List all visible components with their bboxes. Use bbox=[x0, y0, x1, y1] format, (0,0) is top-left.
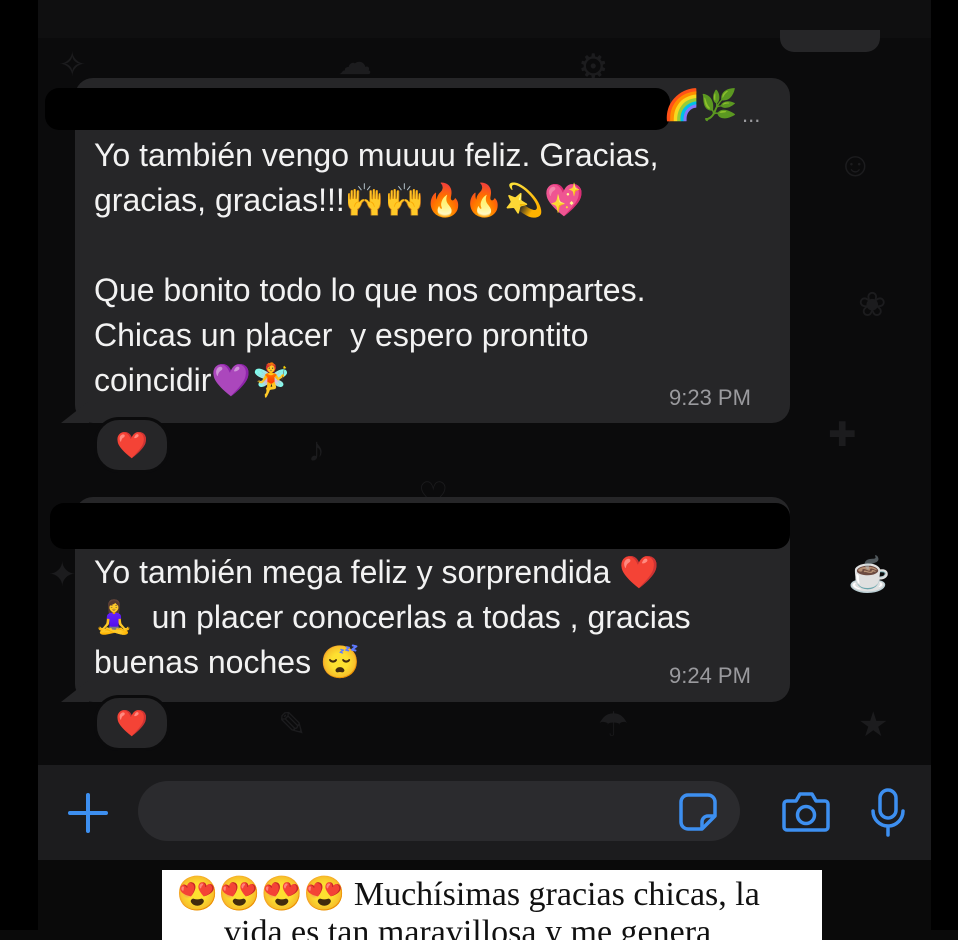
doodle-icon: ☕ bbox=[848, 556, 891, 594]
message-input[interactable] bbox=[138, 781, 740, 841]
doodle-icon: ☁ bbox=[338, 44, 372, 82]
doodle-icon: ★ bbox=[858, 706, 889, 744]
right-border bbox=[931, 0, 958, 930]
heart-reaction[interactable]: ❤️ bbox=[94, 417, 170, 473]
heart-reaction[interactable]: ❤️ bbox=[94, 695, 170, 751]
sticker-icon[interactable] bbox=[678, 792, 718, 832]
doodle-icon: ✧ bbox=[58, 46, 87, 84]
doodle-icon: ☂ bbox=[598, 706, 629, 744]
doodle-icon: ♪ bbox=[308, 431, 325, 469]
message-composer bbox=[38, 765, 931, 860]
redacted-sender bbox=[50, 503, 790, 549]
message-text: Yo también vengo muuuu feliz. Gracias, g… bbox=[94, 137, 659, 398]
left-border bbox=[0, 0, 38, 930]
doodle-icon: ✚ bbox=[828, 416, 857, 454]
microphone-icon[interactable] bbox=[868, 787, 908, 839]
doodle-icon: ✦ bbox=[48, 556, 77, 594]
previous-reaction[interactable] bbox=[780, 30, 880, 52]
message-time: 9:23 PM bbox=[669, 385, 751, 410]
message-time: 9:24 PM bbox=[669, 663, 751, 688]
more-indicator: ... bbox=[742, 102, 761, 127]
caption-line-2: vida es tan maravillosa y me genera bbox=[224, 914, 712, 940]
message-bubble[interactable]: 🌈🌿 ... Yo también vengo muuuu feliz. Gra… bbox=[45, 78, 790, 423]
doodle-icon: ✎ bbox=[278, 706, 307, 744]
doodle-icon: ☺ bbox=[838, 146, 873, 184]
redacted-sender bbox=[45, 88, 670, 130]
camera-icon[interactable] bbox=[781, 789, 831, 833]
caption-line-1: 😍😍😍😍 Muchísimas gracias chicas, la bbox=[176, 876, 760, 913]
plus-icon[interactable] bbox=[66, 791, 110, 835]
message-bubble[interactable]: Yo también mega feliz y sorprendida ❤️ 🧘… bbox=[50, 497, 790, 702]
doodle-icon: ❀ bbox=[858, 286, 887, 324]
sender-emoji: 🌈🌿 bbox=[663, 89, 738, 122]
